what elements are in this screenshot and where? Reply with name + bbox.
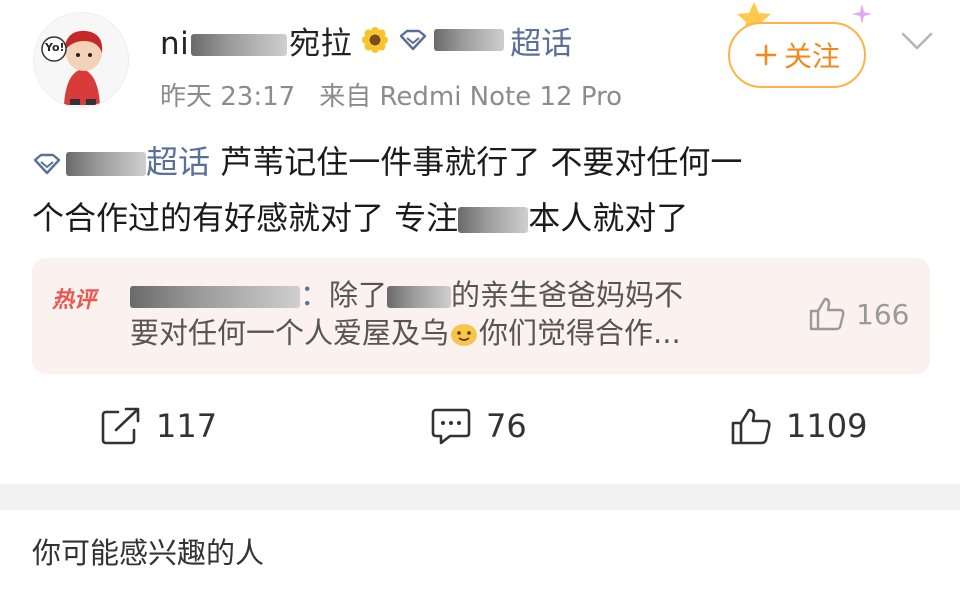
like-count: 1109 <box>786 407 868 445</box>
follow-button[interactable]: 关注 <box>728 22 866 88</box>
sunflower-icon <box>360 25 390 55</box>
hot-comment-card[interactable]: 热评 ：除了 的亲生爸爸妈妈不 要对任何一个人爱屋及乌 你们觉得合作... 166 <box>32 258 930 374</box>
author-name-prefix: ni <box>160 25 190 62</box>
diamond-icon <box>33 153 61 175</box>
diamond-icon <box>400 29 427 51</box>
post-action-bar: 117 76 1109 <box>0 406 960 460</box>
hot-comment-badge: 热评 <box>52 288 97 313</box>
redacted-blur <box>434 29 505 51</box>
recommend-section-title: 你可能感兴趣的人 <box>32 536 265 570</box>
content-topic-label: 超话 <box>146 143 211 181</box>
avatar-speech-text: Yo! <box>45 41 65 54</box>
post-content: 超话 芦苇记住一件事就行了 不要对任何一 个合作过的有好感就对了 专注 本人就对了 <box>32 134 932 246</box>
post-source[interactable]: 来自 Redmi Note 12 Pro <box>319 76 622 113</box>
content-text-1: 芦苇记住一件事就行了 不要对任何一 <box>210 143 743 181</box>
author-name-row: ni 宛拉 超话 <box>160 16 572 64</box>
redacted-blur <box>458 207 529 233</box>
hot-comment-like-button[interactable]: 166 <box>808 296 909 332</box>
hot-comment-text-b: 的亲生爸爸妈妈不 <box>451 278 684 312</box>
comment-icon <box>431 408 471 445</box>
content-line-1: 超话 芦苇记住一件事就行了 不要对任何一 <box>32 134 932 190</box>
redacted-blur <box>191 34 288 56</box>
section-divider <box>0 484 960 510</box>
redacted-blur <box>130 286 300 308</box>
content-text-2a: 个合作过的有好感就对了 专注 <box>32 199 459 237</box>
chevron-down-icon[interactable] <box>900 30 934 52</box>
weibo-post: Yo! ni 宛拉 超话 昨天 23:17 来自 Redmi Note 12 P… <box>0 0 960 484</box>
avatar-illustration <box>34 13 128 107</box>
hot-comment-text-d: 你们觉得合作... <box>479 316 681 350</box>
author-name[interactable]: ni 宛拉 <box>160 18 352 63</box>
comment-count: 76 <box>486 407 527 445</box>
content-text-2b: 本人就对了 <box>528 199 689 237</box>
content-line-2: 个合作过的有好感就对了 专注 本人就对了 <box>32 190 932 246</box>
hot-comment-text-a: 除了 <box>329 278 388 312</box>
follow-label: 关注 <box>783 40 840 73</box>
hot-comment-text: ：除了 的亲生爸爸妈妈不 要对任何一个人爱屋及乌 你们觉得合作... <box>130 276 790 352</box>
like-button[interactable]: 1109 <box>730 406 867 446</box>
post-time: 昨天 23:17 <box>160 82 296 112</box>
redacted-blur <box>387 286 452 308</box>
comment-button[interactable]: 76 <box>430 406 527 446</box>
redacted-blur <box>66 152 146 176</box>
author-topic-tag[interactable]: 超话 <box>398 18 572 63</box>
author-name-suffix: 宛拉 <box>289 25 353 62</box>
hot-comment-user[interactable]: ： <box>130 278 329 312</box>
hot-comment-text-c: 要对任何一个人爱屋及乌 <box>130 316 450 350</box>
hot-comment-like-count: 166 <box>856 297 910 331</box>
sparkle-icon <box>852 4 872 24</box>
thumb-up-icon <box>731 408 771 445</box>
repost-count: 117 <box>156 407 218 445</box>
avatar[interactable]: Yo! <box>33 12 129 108</box>
hot-comment-user-suffix: ： <box>300 278 330 312</box>
emoji-icon <box>451 324 478 346</box>
repost-button[interactable]: 117 <box>100 406 217 446</box>
repost-icon <box>101 407 140 445</box>
post-meta: 昨天 23:17 来自 Redmi Note 12 Pro <box>160 76 622 113</box>
author-topic-label: 超话 <box>510 25 573 62</box>
plus-icon <box>755 44 777 66</box>
content-topic-link[interactable]: 超话 <box>32 143 210 181</box>
thumb-up-icon <box>809 297 845 331</box>
